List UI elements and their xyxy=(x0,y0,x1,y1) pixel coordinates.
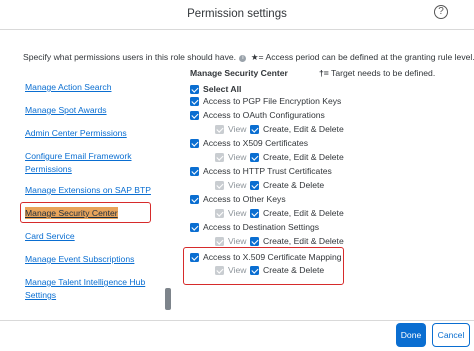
target-note-symbol: †= xyxy=(319,68,329,78)
intro-note-text: ★= Access period can be defined at the g… xyxy=(250,52,474,62)
nav-item-manage-extensions-sap-btp[interactable]: Manage Extensions on SAP BTP xyxy=(25,184,151,196)
destination-settings-checkbox[interactable] xyxy=(190,222,199,232)
dialog-title: Permission settings xyxy=(187,8,287,20)
x509-mapping-checkbox[interactable] xyxy=(190,252,199,262)
perm-row-http-trust[interactable]: Access to HTTP Trust Certificates xyxy=(190,165,332,177)
x509-edit-checkbox[interactable] xyxy=(250,152,259,162)
oauth-checkbox[interactable] xyxy=(190,110,199,120)
select-all-checkbox[interactable] xyxy=(190,84,199,94)
x509-view-checkbox[interactable] xyxy=(215,152,224,162)
dialog-header: Permission settings ? xyxy=(0,0,474,30)
nav-item-manage-talent-intelligence-hub[interactable]: Manage Talent Intelligence Hub xyxy=(25,276,145,288)
http-trust-edit-option[interactable]: Create & Delete xyxy=(250,179,324,191)
http-trust-edit-label: Create & Delete xyxy=(263,180,325,190)
oauth-edit-label: Create, Edit & Delete xyxy=(263,124,344,134)
pgp-keys-checkbox[interactable] xyxy=(190,96,199,106)
x509-mapping-edit-option[interactable]: Create & Delete xyxy=(250,264,324,276)
pgp-keys-label: Access to PGP File Encryption Keys xyxy=(203,96,342,106)
target-note: †= Target needs to be defined. xyxy=(319,68,435,78)
cancel-button[interactable]: Cancel xyxy=(432,323,470,347)
nav-item-talent-hub-settings[interactable]: Settings xyxy=(25,289,56,301)
destination-settings-view-option[interactable]: View xyxy=(215,235,246,247)
other-keys-view-checkbox[interactable] xyxy=(215,208,224,218)
http-trust-label: Access to HTTP Trust Certificates xyxy=(203,166,332,176)
http-trust-checkbox[interactable] xyxy=(190,166,199,176)
perm-row-other-keys[interactable]: Access to Other Keys xyxy=(190,193,286,205)
destination-settings-edit-option[interactable]: Create, Edit & Delete xyxy=(250,235,344,247)
x509-edit-label: Create, Edit & Delete xyxy=(263,152,344,162)
nav-scrollbar-track[interactable] xyxy=(166,68,172,318)
x509-edit-option[interactable]: Create, Edit & Delete xyxy=(250,151,344,163)
other-keys-view-label: View xyxy=(228,208,247,218)
nav-item-admin-center-permissions[interactable]: Admin Center Permissions xyxy=(25,127,127,139)
intro-main-text: Specify what permissions users in this r… xyxy=(23,52,237,62)
destination-settings-label: Access to Destination Settings xyxy=(203,222,320,232)
oauth-view-checkbox[interactable] xyxy=(215,124,224,134)
oauth-edit-checkbox[interactable] xyxy=(250,124,259,134)
destination-settings-view-checkbox[interactable] xyxy=(215,236,224,246)
x509-mapping-label: Access to X.509 Certificate Mapping xyxy=(203,252,342,262)
x509-mapping-view-option[interactable]: View xyxy=(215,264,246,276)
nav-item-manage-event-subscriptions[interactable]: Manage Event Subscriptions xyxy=(25,253,134,265)
help-icon[interactable]: ? xyxy=(434,5,448,19)
select-all-label: Select All xyxy=(203,84,242,94)
info-icon: i xyxy=(239,55,247,62)
nav-selection-highlight-box xyxy=(20,202,151,223)
other-keys-edit-label: Create, Edit & Delete xyxy=(263,208,344,218)
other-keys-edit-checkbox[interactable] xyxy=(250,208,259,218)
http-trust-view-label: View xyxy=(228,180,247,190)
oauth-view-label: View xyxy=(228,124,247,134)
destination-settings-view-label: View xyxy=(228,236,247,246)
nav-item-configure-email-framework-line2[interactable]: Permissions xyxy=(25,163,72,175)
nav-scrollbar-thumb[interactable] xyxy=(165,288,171,310)
x509-label: Access to X509 Certificates xyxy=(203,138,309,148)
perm-row-pgp-keys[interactable]: Access to PGP File Encryption Keys xyxy=(190,95,341,107)
http-trust-view-checkbox[interactable] xyxy=(215,180,224,190)
x509-mapping-view-label: View xyxy=(228,265,247,275)
perm-row-destination-settings[interactable]: Access to Destination Settings xyxy=(190,221,319,233)
destination-settings-edit-checkbox[interactable] xyxy=(250,236,259,246)
target-note-text: Target needs to be defined. xyxy=(331,68,436,78)
x509-view-label: View xyxy=(228,152,247,162)
other-keys-view-option[interactable]: View xyxy=(215,207,246,219)
perm-row-oauth[interactable]: Access to OAuth Configurations xyxy=(190,109,325,121)
select-all-row[interactable]: Select All xyxy=(190,83,241,95)
oauth-label: Access to OAuth Configurations xyxy=(203,110,325,120)
oauth-edit-option[interactable]: Create, Edit & Delete xyxy=(250,123,344,135)
done-button[interactable]: Done xyxy=(396,323,426,347)
x509-mapping-edit-label: Create & Delete xyxy=(263,265,325,275)
oauth-view-option[interactable]: View xyxy=(215,123,246,135)
x509-view-option[interactable]: View xyxy=(215,151,246,163)
other-keys-label: Access to Other Keys xyxy=(203,194,286,204)
nav-item-manage-spot-awards[interactable]: Manage Spot Awards xyxy=(25,104,107,116)
section-title: Manage Security Center xyxy=(190,68,288,78)
x509-checkbox[interactable] xyxy=(190,138,199,148)
nav-item-manage-action-search[interactable]: Manage Action Search xyxy=(25,81,111,93)
http-trust-view-option[interactable]: View xyxy=(215,179,246,191)
other-keys-checkbox[interactable] xyxy=(190,194,199,204)
x509-mapping-view-checkbox[interactable] xyxy=(215,265,224,275)
http-trust-edit-checkbox[interactable] xyxy=(250,180,259,190)
destination-settings-edit-label: Create, Edit & Delete xyxy=(263,236,344,246)
nav-item-card-service[interactable]: Card Service xyxy=(25,230,75,242)
other-keys-edit-option[interactable]: Create, Edit & Delete xyxy=(250,207,344,219)
perm-row-x509[interactable]: Access to X509 Certificates xyxy=(190,137,308,149)
x509-mapping-edit-checkbox[interactable] xyxy=(250,265,259,275)
perm-row-x509-mapping[interactable]: Access to X.509 Certificate Mapping xyxy=(190,251,342,263)
intro-text: Specify what permissions users in this r… xyxy=(23,52,474,63)
nav-item-configure-email-framework[interactable]: Configure Email Framework xyxy=(25,150,132,162)
